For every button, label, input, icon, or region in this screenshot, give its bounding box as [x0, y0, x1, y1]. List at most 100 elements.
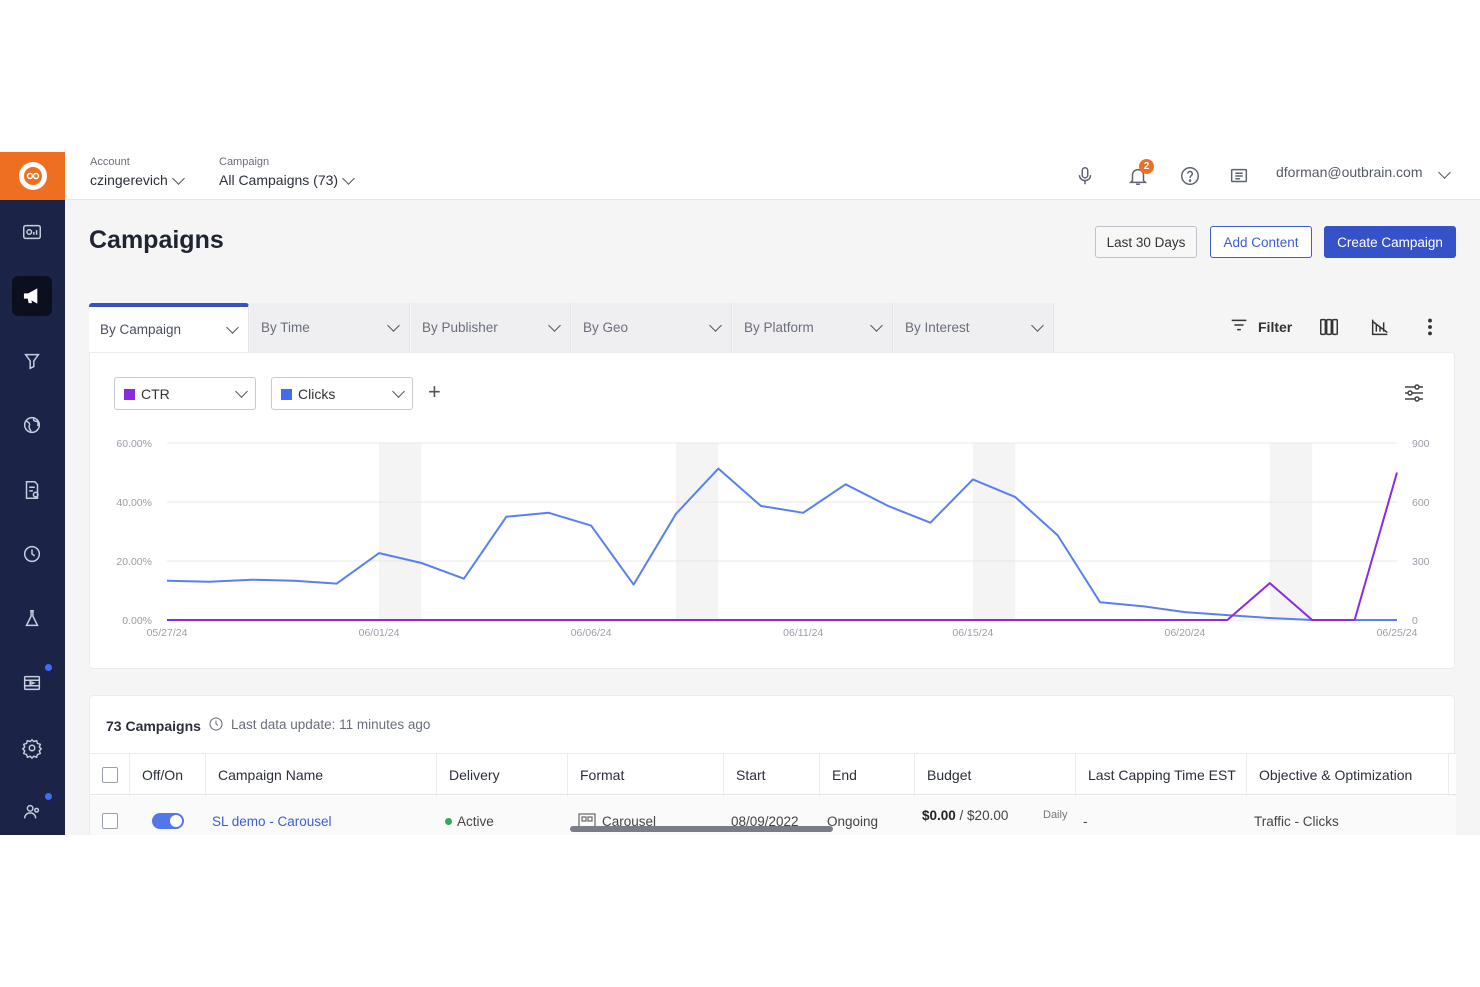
flask-icon[interactable]: [12, 599, 52, 639]
column-header[interactable]: Start: [724, 754, 820, 796]
tab-label: By Time: [261, 320, 310, 335]
x-tick-label: 06/25/24: [1377, 627, 1418, 639]
outbrain-logo[interactable]: [0, 152, 65, 200]
y-left-tick-label: 40.00%: [116, 497, 152, 509]
microphone-icon[interactable]: [1071, 162, 1099, 190]
chevron-down-icon: [387, 319, 400, 332]
column-header[interactable]: Format: [568, 754, 724, 796]
create-campaign-button[interactable]: Create Campaign: [1324, 226, 1456, 258]
budget-cell: $0.00 / $20.00 Daily: [910, 796, 1071, 835]
y-right-tick-label: 300: [1412, 556, 1430, 568]
report-icon[interactable]: [12, 470, 52, 510]
budget-period: Daily: [1043, 809, 1068, 821]
series-line-ctr: [167, 472, 1398, 621]
y-left-tick-label: 20.00%: [116, 556, 152, 568]
chevron-down-icon: [171, 171, 185, 185]
chevron-down-icon: [1438, 166, 1451, 179]
x-tick-label: 06/11/24: [783, 627, 823, 639]
tab-by-campaign[interactable]: By Campaign: [89, 303, 249, 352]
sidebar: [0, 152, 65, 835]
chevron-down-icon: [226, 321, 239, 334]
chevron-down-icon: [1031, 319, 1044, 332]
chevron-down-icon: [235, 385, 248, 398]
add-metric-button[interactable]: +: [428, 381, 441, 403]
select-all-cell: [90, 754, 130, 796]
chevron-down-icon: [870, 319, 883, 332]
app-window: Account czingerevich Campaign All Campai…: [0, 152, 1480, 835]
dashboard-icon[interactable]: [12, 212, 52, 252]
last-update: Last data update: 11 minutes ago: [208, 716, 430, 732]
notification-badge: 2: [1139, 159, 1154, 174]
budget-spent: $0.00: [922, 808, 956, 823]
column-header[interactable]: End: [820, 754, 915, 796]
y-right-tick-label: 0: [1412, 615, 1418, 627]
line-chart: 0.00% 20.00% 40.00% 60.00% 0 300 600 900 05/27/2…: [116, 438, 1430, 639]
y-right-tick-label: 900: [1412, 438, 1430, 450]
row-checkbox[interactable]: [102, 813, 118, 829]
clock-icon[interactable]: [12, 534, 52, 574]
more-options-icon[interactable]: [1419, 312, 1441, 342]
tab-label: By Campaign: [100, 322, 182, 337]
account-value: czingerevich: [90, 172, 168, 188]
logo-icon: [18, 162, 47, 190]
filter-icon: [1228, 314, 1250, 341]
tab-by-interest[interactable]: By Interest: [894, 303, 1054, 352]
delivery-cell: Active: [433, 796, 564, 835]
campaign-name-link[interactable]: SL demo - Carousel: [200, 796, 431, 835]
chevron-down-icon: [392, 385, 405, 398]
tab-label: By Publisher: [422, 320, 498, 335]
tab-label: By Geo: [583, 320, 629, 335]
metric-label: CTR: [141, 385, 170, 402]
column-header[interactable]: Budget: [915, 754, 1076, 796]
last-update-label: Last data update: 11 minutes ago: [231, 716, 431, 732]
user-menu-chevron[interactable]: [1438, 164, 1451, 182]
tab-by-platform[interactable]: By Platform: [733, 303, 893, 352]
notifications-bell-icon[interactable]: 2: [1124, 159, 1154, 190]
campaign-toggle[interactable]: [152, 813, 184, 829]
metric-selector-clicks[interactable]: Clicks: [271, 377, 413, 410]
select-all-checkbox[interactable]: [102, 767, 118, 783]
y-right-tick-label: 600: [1412, 497, 1430, 509]
tab-by-geo[interactable]: By Geo: [572, 303, 732, 352]
column-header[interactable]: Off/On: [130, 754, 206, 796]
megaphone-icon[interactable]: [12, 276, 52, 316]
funnel-icon[interactable]: [12, 341, 52, 381]
budget-total: / $20.00: [955, 808, 1009, 823]
column-header[interactable]: Campaign Name: [206, 754, 437, 796]
campaign-count: 73 Campaigns: [106, 718, 201, 734]
toggle-cell: [140, 796, 206, 835]
chart-settings-icon[interactable]: [1402, 381, 1426, 410]
user-email[interactable]: dforman@outbrain.com: [1276, 164, 1423, 180]
weekend-band: [675, 443, 719, 620]
weekend-band: [379, 443, 422, 620]
tab-by-publisher[interactable]: By Publisher: [411, 303, 571, 352]
x-tick-label: 06/20/24: [1164, 627, 1205, 639]
campaigns-table-card: 73 Campaigns Last data update: 11 minute…: [89, 695, 1456, 835]
weekend-band: [972, 443, 1016, 620]
chart-toggle-icon[interactable]: [1369, 312, 1391, 342]
campaign-selector[interactable]: All Campaigns (73): [219, 171, 355, 188]
account-selector[interactable]: czingerevich: [90, 171, 185, 188]
series-line-clicks: [166, 467, 1397, 621]
filter-button[interactable]: Filter: [1228, 312, 1292, 342]
metric-label: Clicks: [298, 385, 336, 402]
messages-icon[interactable]: [1225, 162, 1253, 190]
date-range-button[interactable]: Last 30 Days: [1095, 226, 1197, 258]
columns-icon[interactable]: [1318, 312, 1340, 342]
help-icon[interactable]: [1176, 162, 1204, 190]
row-select-cell: [90, 796, 130, 835]
weekend-band: [1269, 443, 1313, 620]
settings-icon[interactable]: [12, 728, 52, 768]
horizontal-scrollbar[interactable]: [570, 826, 833, 832]
clicks-swatch: [281, 389, 292, 401]
chevron-down-icon: [342, 171, 355, 185]
globe-icon[interactable]: [12, 405, 52, 445]
column-header[interactable]: Last Capping Time EST: [1076, 754, 1247, 796]
tab-by-time[interactable]: By Time: [250, 303, 410, 352]
column-header[interactable]: Objective & Optimization: [1247, 754, 1449, 796]
media-notification-dot: [45, 664, 52, 671]
clock-icon: [209, 717, 223, 731]
add-content-button[interactable]: Add Content: [1210, 226, 1312, 258]
metric-selector-ctr[interactable]: CTR: [114, 377, 256, 410]
column-header[interactable]: Delivery: [437, 754, 568, 796]
